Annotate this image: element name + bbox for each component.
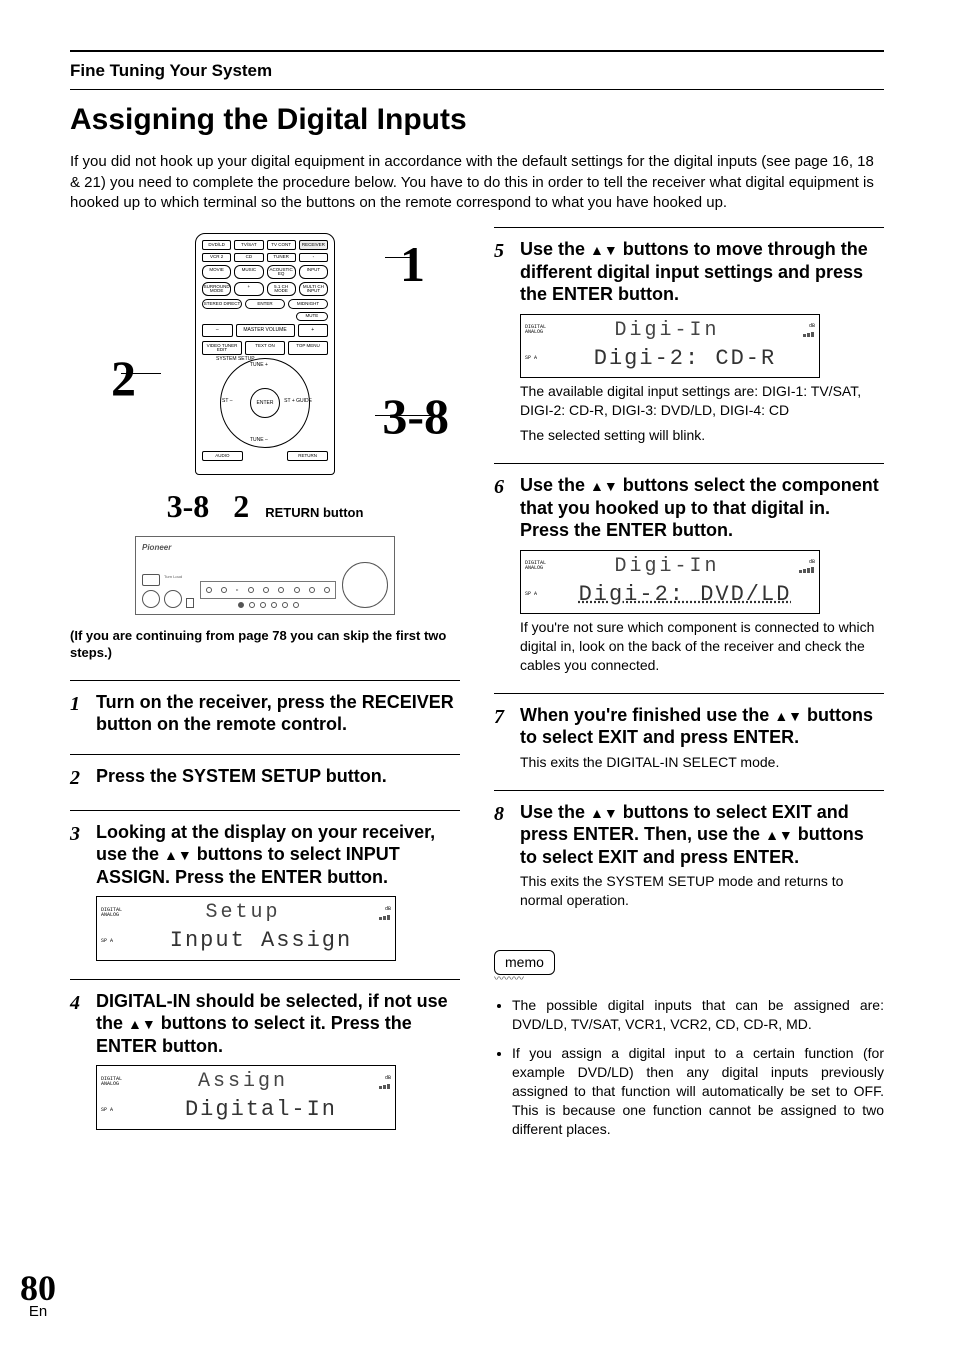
volume-knob bbox=[342, 562, 388, 608]
triangle-up-icon: ▲ bbox=[765, 827, 779, 845]
secondary-callouts: 3-8 2 RETURN button bbox=[70, 485, 460, 528]
remote-btn-mute: MUTE bbox=[296, 312, 328, 322]
remote-btn: ◦ bbox=[299, 253, 328, 263]
triangle-down-icon: ▼ bbox=[178, 847, 192, 865]
triangle-up-icon: ▲ bbox=[590, 242, 604, 260]
remote-btn: TEXT ON bbox=[245, 341, 285, 355]
callout-3-8: 3-8 bbox=[382, 391, 449, 441]
step-7: 7 When you're finished use the ▲▼ button… bbox=[494, 704, 884, 772]
triangle-up-icon: ▲ bbox=[590, 478, 604, 496]
remote-btn: DVD/LD bbox=[202, 240, 231, 250]
remote-btn: VIDEO TUNER EDIT bbox=[202, 341, 242, 355]
triangle-down-icon: ▼ bbox=[788, 708, 802, 726]
step-1: 1 Turn on the receiver, press the RECEIV… bbox=[70, 691, 460, 736]
memo-item: If you assign a digital input to a certa… bbox=[512, 1044, 884, 1138]
step-5: 5 Use the ▲▼ buttons to move through the… bbox=[494, 238, 884, 445]
remote-btn: + bbox=[298, 324, 329, 337]
remote-btn: ACOUSTIC EQ bbox=[267, 265, 296, 279]
lcd-display-2: DIGITALANALOGAssigndB SP ADigital-In bbox=[96, 1065, 396, 1130]
remote-body: DVD/LD TV/SAT TV CONT RECEIVER VCR 2 CD … bbox=[195, 233, 335, 475]
callout-1: 1 bbox=[400, 239, 425, 289]
remote-btn: MIDNIGHT bbox=[288, 299, 328, 309]
triangle-down-icon: ▼ bbox=[604, 242, 618, 260]
step-6: 6 Use the ▲▼ buttons select the componen… bbox=[494, 474, 884, 675]
section-heading: Fine Tuning Your System bbox=[70, 58, 884, 89]
remote-btn: MULTI CH INPUT bbox=[299, 282, 328, 296]
remote-btn: TV CONT bbox=[267, 240, 296, 250]
remote-btn: TUNER bbox=[267, 253, 296, 263]
remote-btn: 5.1 CH MODE bbox=[267, 282, 296, 296]
triangle-down-icon: ▼ bbox=[604, 478, 618, 496]
remote-btn: CD bbox=[234, 253, 263, 263]
lcd-display-4: DIGITALANALOGDigi-IndB SP ADigi-2: DVD/L… bbox=[520, 550, 820, 615]
triangle-down-icon: ▼ bbox=[779, 827, 793, 845]
lcd-display-3: DIGITALANALOGDigi-IndB SP ADigi-2: CD-R bbox=[520, 314, 820, 379]
amplifier-figure: Pioneer Turn Loud ▸ bbox=[135, 536, 395, 615]
remote-dpad: ENTER TUNE + TUNE – ST – ST + GUIDE SYST… bbox=[220, 358, 310, 448]
remote-btn: INPUT bbox=[299, 265, 328, 279]
remote-btn: TOP MENU bbox=[288, 341, 328, 355]
remote-btn: RECEIVER bbox=[299, 240, 328, 250]
remote-btn: MOVIE bbox=[202, 265, 231, 279]
triangle-up-icon: ▲ bbox=[774, 708, 788, 726]
remote-btn: MASTER VOLUME bbox=[236, 324, 295, 337]
step-4: 4 DIGITAL-IN should be selected, if not … bbox=[70, 990, 460, 1130]
page-number: 80 En bbox=[20, 1272, 56, 1318]
triangle-down-icon: ▼ bbox=[604, 805, 618, 823]
skip-note: (If you are continuing from page 78 you … bbox=[70, 627, 460, 662]
triangle-up-icon: ▲ bbox=[164, 847, 178, 865]
right-column: 5 Use the ▲▼ buttons to move through the… bbox=[494, 227, 884, 1149]
dpad-enter: ENTER bbox=[250, 388, 280, 418]
remote-btn: TV/SAT bbox=[234, 240, 263, 250]
remote-btn: VCR 2 bbox=[202, 253, 231, 263]
triangle-up-icon: ▲ bbox=[128, 1016, 142, 1034]
memo-section: memo 〰〰〰 The possible digital inputs tha… bbox=[494, 940, 884, 1139]
remote-btn: + bbox=[234, 282, 263, 296]
step-2: 2 Press the SYSTEM SETUP button. bbox=[70, 765, 460, 792]
remote-btn: AUDIO bbox=[202, 451, 243, 461]
triangle-down-icon: ▼ bbox=[142, 1016, 156, 1034]
top-rule bbox=[70, 50, 884, 52]
memo-badge: memo bbox=[494, 950, 555, 975]
step-8: 8 Use the ▲▼ buttons to select EXIT and … bbox=[494, 801, 884, 910]
left-column: 1 2 3-8 DVD/LD TV/SAT TV CONT RECEIVER V… bbox=[70, 227, 460, 1149]
remote-btn: – bbox=[202, 324, 233, 337]
remote-btn: RETURN bbox=[287, 451, 328, 461]
remote-btn: ENTER bbox=[245, 299, 285, 309]
callout-2: 2 bbox=[111, 353, 136, 403]
remote-btn: STEREO DIRECT bbox=[202, 299, 242, 309]
remote-figure: 1 2 3-8 DVD/LD TV/SAT TV CONT RECEIVER V… bbox=[125, 233, 405, 475]
triangle-up-icon: ▲ bbox=[590, 805, 604, 823]
remote-btn: SURROUND MODE bbox=[202, 282, 231, 296]
remote-btn: MUSIC bbox=[234, 265, 263, 279]
lcd-display-1: DIGITALANALOGSetupdB SP AInput Assign bbox=[96, 896, 396, 961]
intro-paragraph: If you did not hook up your digital equi… bbox=[70, 152, 884, 213]
step-3: 3 Looking at the display on your receive… bbox=[70, 821, 460, 961]
under-rule bbox=[70, 89, 884, 90]
memo-item: The possible digital inputs that can be … bbox=[512, 996, 884, 1034]
page-title: Assigning the Digital Inputs bbox=[70, 100, 884, 141]
